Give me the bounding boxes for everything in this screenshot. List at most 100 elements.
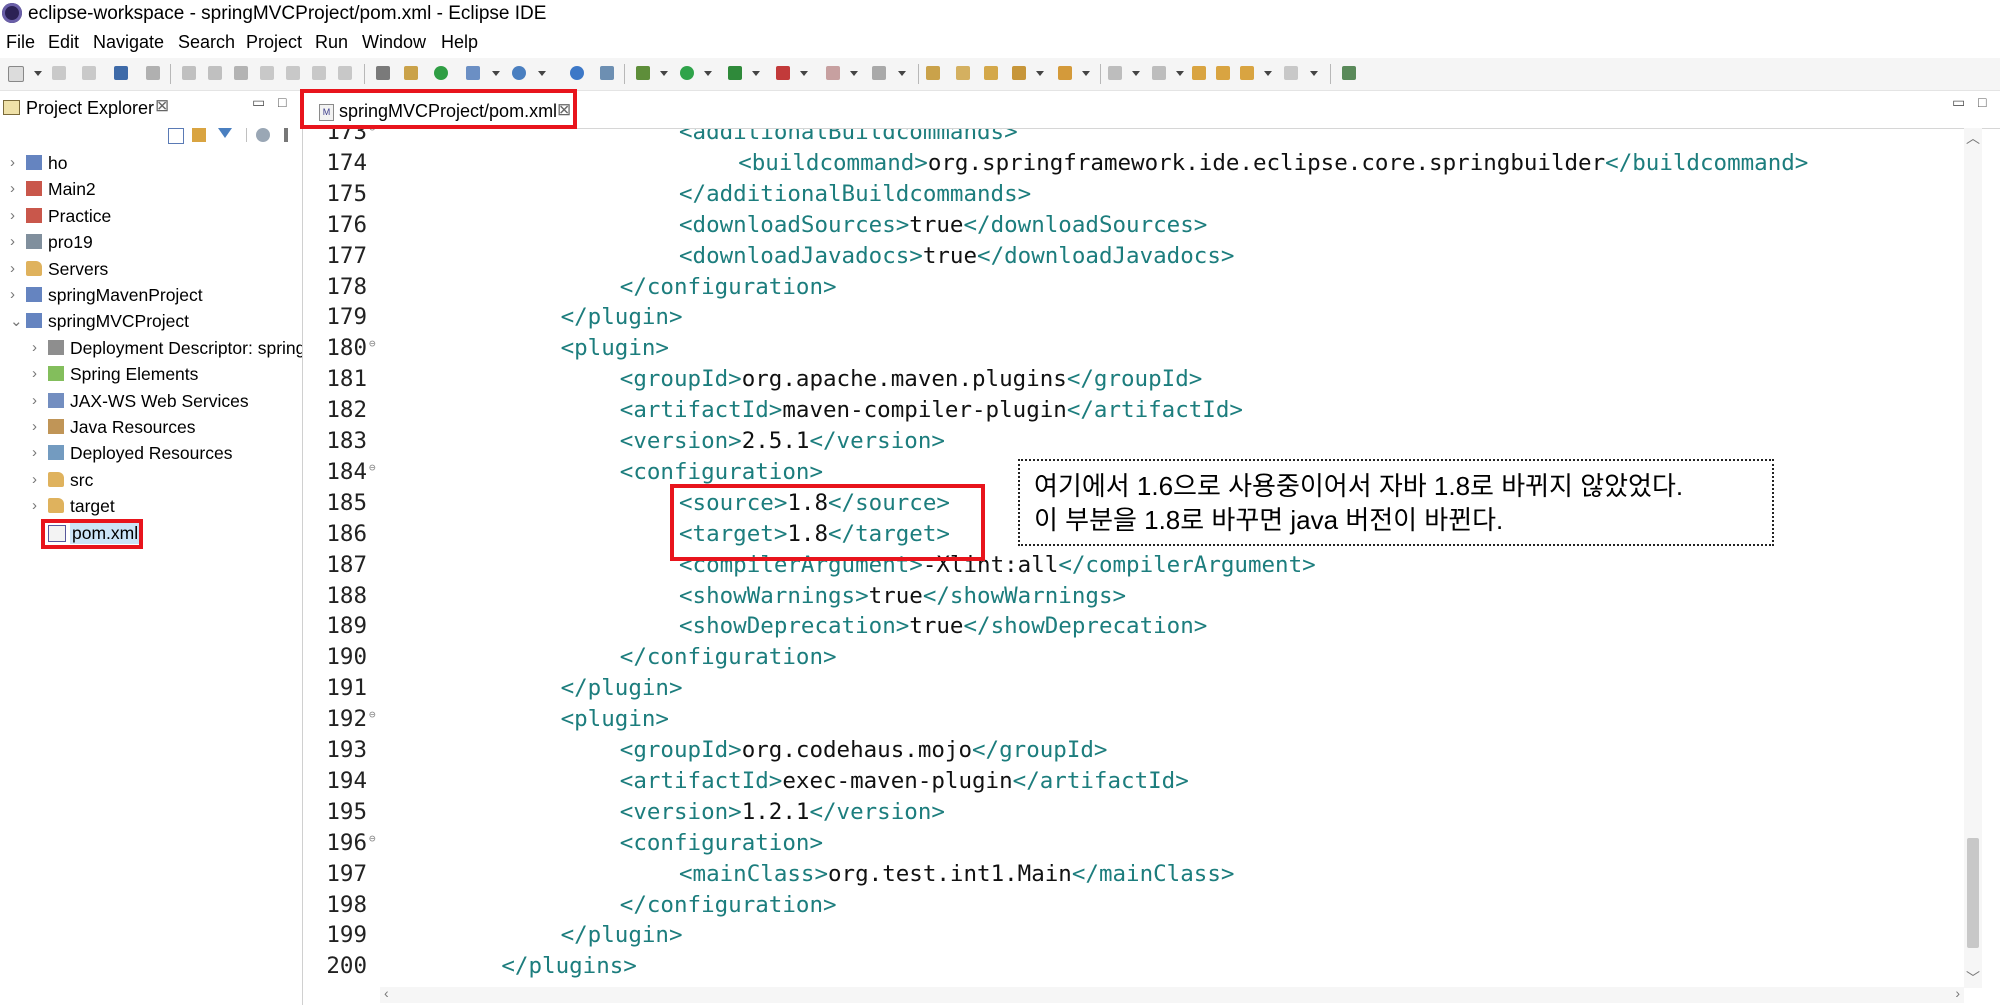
back-dropdown-icon[interactable]	[1264, 71, 1272, 76]
maximize-icon[interactable]: □	[278, 94, 286, 110]
open-type-icon[interactable]	[956, 66, 970, 80]
web-browser-icon[interactable]	[512, 66, 526, 80]
stop-dropdown-icon[interactable]	[850, 71, 858, 76]
menu-project[interactable]: Project	[246, 31, 302, 53]
tree-item-spring-elements[interactable]: › Spring Elements	[0, 361, 302, 387]
open-folder-icon[interactable]	[984, 66, 998, 80]
save-all-icon[interactable]	[82, 66, 96, 80]
skip-breakpoints-icon[interactable]	[146, 66, 160, 80]
menu-window[interactable]: Window	[362, 31, 426, 53]
terminal-icon[interactable]	[114, 66, 128, 80]
search-icon[interactable]	[1058, 66, 1072, 80]
collapsed-arrow-icon[interactable]: ›	[32, 392, 37, 409]
step-into-icon[interactable]	[286, 66, 300, 80]
focus-icon[interactable]	[256, 128, 270, 142]
browser-dropdown-icon[interactable]	[538, 71, 546, 76]
fold-toggle-icon[interactable]: ⊖	[369, 461, 376, 474]
expanded-arrow-icon[interactable]: ⌄	[10, 312, 23, 330]
tree-item-pro19[interactable]: › pro19	[0, 229, 302, 255]
wizard-icon[interactable]	[600, 66, 614, 80]
collapsed-arrow-icon[interactable]: ›	[32, 497, 37, 514]
forward-dropdown-icon[interactable]	[1310, 71, 1318, 76]
collapsed-arrow-icon[interactable]: ›	[10, 154, 15, 171]
fold-toggle-icon[interactable]: ⊖	[369, 129, 376, 134]
stop-icon[interactable]	[826, 66, 840, 80]
link-with-editor-icon[interactable]	[192, 128, 206, 142]
coverage-dropdown-icon[interactable]	[752, 71, 760, 76]
step-return-icon[interactable]	[338, 66, 352, 80]
maximize-icon[interactable]: □	[1978, 94, 1986, 110]
new-java-class-icon[interactable]	[926, 66, 940, 80]
collapsed-arrow-icon[interactable]: ›	[10, 207, 15, 224]
horizontal-scrollbar[interactable]: ‹ ›	[380, 985, 1964, 1003]
outline-icon[interactable]	[376, 66, 390, 80]
scroll-right-icon[interactable]: ›	[1955, 985, 1960, 1001]
terminate-icon[interactable]	[234, 66, 248, 80]
collapsed-arrow-icon[interactable]: ›	[32, 471, 37, 488]
next-annotation-dropdown-icon[interactable]	[1132, 71, 1140, 76]
menu-help[interactable]: Help	[441, 31, 478, 53]
debug-icon[interactable]	[636, 66, 650, 80]
back-arrow-icon[interactable]	[1240, 66, 1254, 80]
deploy-dropdown-icon[interactable]	[898, 71, 906, 76]
tree-item-java-resources[interactable]: › Java Resources	[0, 414, 302, 440]
coverage-icon[interactable]	[728, 66, 742, 80]
fold-toggle-icon[interactable]: ⊖	[369, 832, 376, 845]
menu-navigate[interactable]: Navigate	[93, 31, 164, 53]
suspend-icon[interactable]	[208, 66, 222, 80]
task-dropdown-icon[interactable]	[1036, 71, 1044, 76]
disconnect-icon[interactable]	[260, 66, 274, 80]
code-text-area[interactable]: 173⊖<additionalBuildcommands>174<buildco…	[303, 129, 1963, 979]
external-tools-dropdown-icon[interactable]	[800, 71, 808, 76]
scroll-down-icon[interactable]: ﹀	[1966, 968, 1980, 988]
tree-item-ho[interactable]: › ho	[0, 150, 302, 176]
external-tools-icon[interactable]	[776, 66, 790, 80]
search-dropdown-icon[interactable]	[1082, 71, 1090, 76]
tree-item-target[interactable]: › target	[0, 493, 302, 519]
vertical-scrollbar[interactable]: ︿ ﹀	[1964, 128, 1982, 988]
collapsed-arrow-icon[interactable]: ›	[32, 418, 37, 435]
next-annotation-icon[interactable]	[1108, 66, 1122, 80]
menu-search[interactable]: Search	[178, 31, 235, 53]
collapsed-arrow-icon[interactable]: ›	[32, 365, 37, 382]
menu-run[interactable]: Run	[315, 31, 348, 53]
collapsed-arrow-icon[interactable]: ›	[10, 180, 15, 197]
menu-file[interactable]: File	[6, 31, 35, 53]
scroll-thumb[interactable]	[1967, 838, 1979, 948]
run-icon[interactable]	[680, 66, 694, 80]
tree-item-jax-ws-web-services[interactable]: › JAX-WS Web Services	[0, 388, 302, 414]
menu-edit[interactable]: Edit	[48, 31, 79, 53]
globe-icon[interactable]	[570, 66, 584, 80]
fold-toggle-icon[interactable]: ⊖	[369, 708, 376, 721]
last-edit-icon[interactable]	[1192, 66, 1206, 80]
collapse-all-icon[interactable]	[168, 128, 184, 144]
collapsed-arrow-icon[interactable]: ›	[10, 260, 15, 277]
collapsed-arrow-icon[interactable]: ›	[32, 444, 37, 461]
debug-dropdown-icon[interactable]	[660, 71, 668, 76]
fold-toggle-icon[interactable]: ⊖	[369, 337, 376, 350]
scroll-up-icon[interactable]: ︿	[1966, 128, 1980, 148]
task-icon[interactable]	[1012, 66, 1026, 80]
prev-annotation-icon[interactable]	[1152, 66, 1166, 80]
refresh-icon[interactable]	[434, 66, 448, 80]
collapsed-arrow-icon[interactable]: ›	[10, 233, 15, 250]
new-icon[interactable]	[8, 66, 24, 82]
collapsed-arrow-icon[interactable]: ›	[10, 286, 15, 303]
scroll-left-icon[interactable]: ‹	[384, 985, 389, 1001]
save-icon[interactable]	[52, 66, 66, 80]
collapsed-arrow-icon[interactable]: ›	[32, 339, 37, 356]
tree-item-servers[interactable]: › Servers	[0, 256, 302, 282]
tree-item-main2[interactable]: › Main2	[0, 176, 302, 202]
open-perspective-icon[interactable]	[1342, 66, 1356, 80]
prev-annotation-dropdown-icon[interactable]	[1176, 71, 1184, 76]
run-dropdown-icon[interactable]	[704, 71, 712, 76]
step-over-icon[interactable]	[312, 66, 326, 80]
resume-icon[interactable]	[182, 66, 196, 80]
minimize-icon[interactable]: ▭	[1952, 94, 1965, 111]
forward-arrow-icon[interactable]	[1284, 66, 1298, 80]
tree-item-practice[interactable]: › Practice	[0, 203, 302, 229]
close-icon[interactable]: ⊠	[155, 96, 169, 116]
deploy-icon[interactable]	[872, 66, 886, 80]
new-dropdown-icon[interactable]	[34, 71, 42, 76]
build-icon[interactable]	[404, 66, 418, 80]
